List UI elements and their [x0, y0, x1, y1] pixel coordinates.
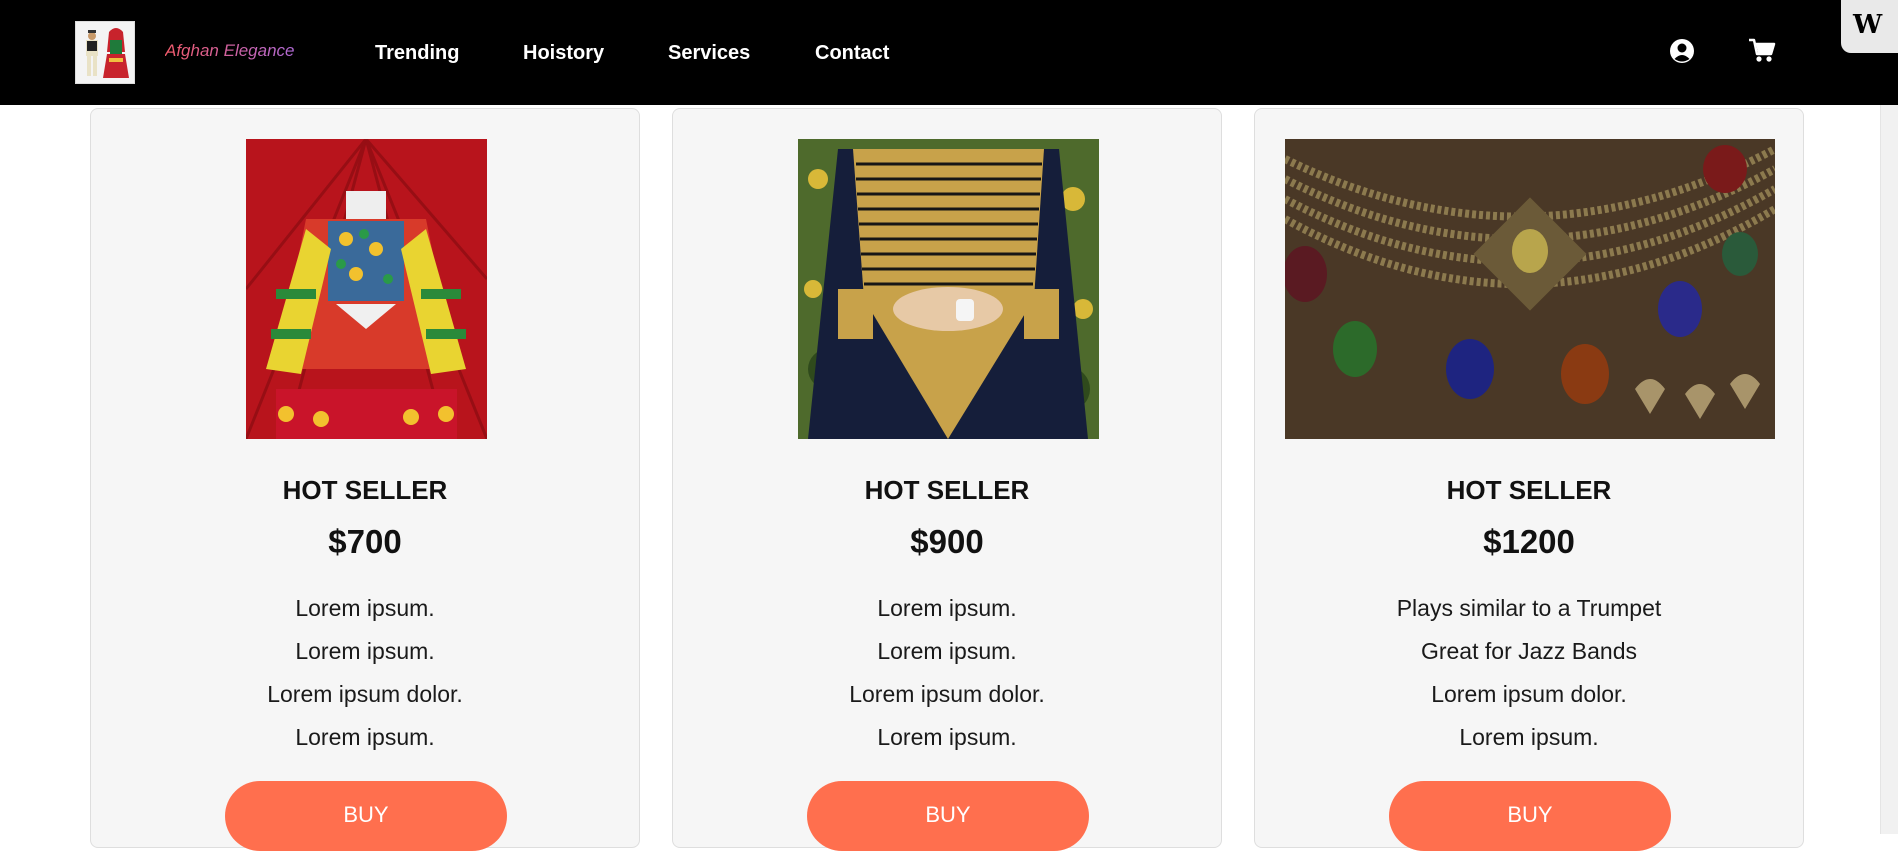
user-circle-icon[interactable]	[1669, 38, 1695, 69]
nav-link-trending[interactable]: Trending	[375, 42, 459, 65]
feature-item: Great for Jazz Bands	[1420, 638, 1638, 664]
product-image-dress	[246, 139, 487, 439]
feature-item: Lorem ipsum dolor.	[849, 681, 1045, 707]
feature-item: Lorem ipsum.	[877, 724, 1017, 750]
top-navbar: Afghan Elegance Trending Hoistory Servic…	[0, 0, 1898, 105]
price-label: $900	[910, 523, 984, 560]
feature-item: Lorem ipsum dolor.	[267, 681, 463, 707]
nav-link-history[interactable]: Hoistory	[523, 42, 604, 65]
price-label: $700	[328, 523, 402, 560]
hot-seller-label: HOT SELLER	[1446, 475, 1612, 505]
feature-item: Lorem ipsum dolor.	[1431, 681, 1627, 707]
buy-button[interactable]: BUY	[1389, 781, 1671, 851]
brand-name[interactable]: Afghan Elegance	[165, 41, 295, 61]
page-scrollbar[interactable]	[1880, 105, 1898, 834]
product-card-1: HOT SELLER $700 Lorem ipsum. Lorem ipsum…	[90, 108, 640, 851]
feature-item: Lorem ipsum.	[295, 724, 435, 750]
hot-seller-label: HOT SELLER	[864, 475, 1030, 505]
nav-link-services[interactable]: Services	[668, 42, 750, 65]
nav-link-contact[interactable]: Contact	[815, 42, 889, 65]
feature-item: Lorem ipsum.	[295, 595, 435, 621]
price-label: $1200	[1483, 523, 1575, 560]
shopping-cart-icon[interactable]	[1748, 38, 1776, 69]
hot-seller-label: HOT SELLER	[282, 475, 448, 505]
buy-button[interactable]: BUY	[807, 781, 1089, 851]
feature-item: Plays similar to a Trumpet	[1396, 595, 1662, 621]
product-card-2: HOT SELLER $900 Lorem ipsum. Lorem ipsum…	[672, 108, 1222, 851]
wix-logo-icon[interactable]: W	[1841, 0, 1898, 53]
feature-item: Lorem ipsum.	[877, 638, 1017, 664]
feature-item: Lorem ipsum.	[877, 595, 1017, 621]
product-image-necklace	[1285, 139, 1775, 439]
feature-item: Lorem ipsum.	[295, 638, 435, 664]
buy-button[interactable]: BUY	[225, 781, 507, 851]
brand-logo[interactable]	[75, 21, 135, 84]
product-image-vest	[798, 139, 1099, 439]
product-card-3: HOT SELLER $1200 Plays similar to a Trum…	[1254, 108, 1804, 851]
feature-item: Lorem ipsum.	[1459, 724, 1599, 750]
